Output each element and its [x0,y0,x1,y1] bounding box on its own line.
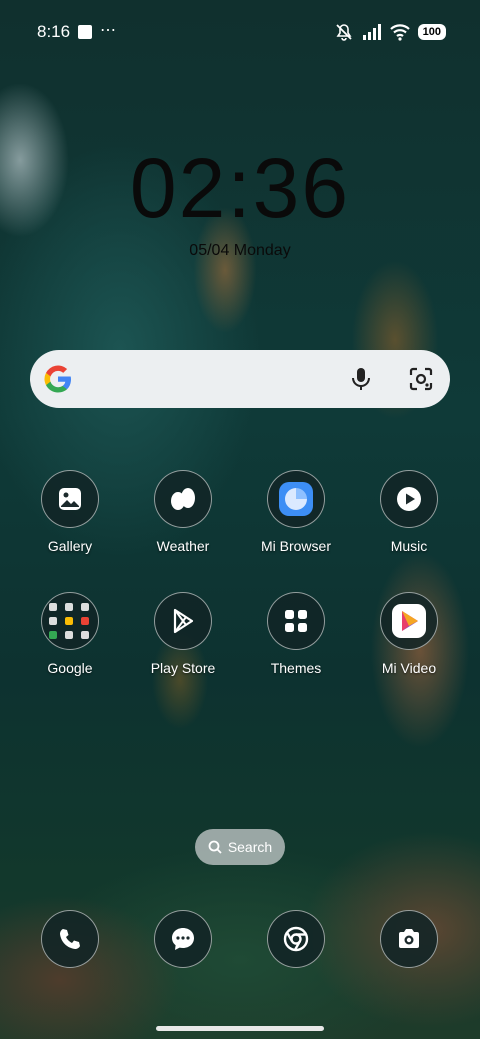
app-google-folder[interactable]: Google [20,592,120,676]
weather-icon [154,470,212,528]
app-label: Themes [270,660,322,676]
status-time: 8:16 [37,22,71,41]
app-music[interactable]: Music [359,470,459,554]
app-gallery[interactable]: Gallery [20,470,120,554]
clock-time[interactable]: 02:36 [0,140,480,237]
app-mi-video[interactable]: Mi Video [359,592,459,676]
dock-chrome[interactable] [267,910,325,968]
google-folder-icon [41,592,99,650]
app-weather[interactable]: Weather [133,470,233,554]
app-label: Play Store [150,660,216,676]
app-label: Music [390,538,428,554]
notification-icon [78,25,92,39]
phone-icon [41,910,99,968]
clock-date[interactable]: 05/04 Monday [0,242,480,260]
mute-icon [336,24,352,41]
gallery-icon [41,470,99,528]
dock-camera[interactable] [380,910,438,968]
mi-browser-icon [267,470,325,528]
chrome-icon [267,910,325,968]
messages-icon [154,910,212,968]
more-notifications-icon: ⋯ [100,22,117,39]
search-icon [208,840,222,854]
wifi-icon [389,24,410,41]
home-indicator[interactable] [156,1026,324,1031]
signal-icon [362,24,381,40]
status-bar: 8:16 ⋯ 100 [0,0,480,64]
dock-phone[interactable] [41,910,99,968]
search-pill-label: Search [227,839,273,855]
app-label: Weather [156,538,210,554]
app-search-button[interactable]: Search [195,829,285,865]
mic-icon[interactable] [348,366,374,392]
play-store-icon [154,592,212,650]
app-label: Gallery [47,538,93,554]
camera-icon [380,910,438,968]
app-label: Google [47,660,93,676]
app-themes[interactable]: Themes [246,592,346,676]
music-icon [380,470,438,528]
themes-icon [267,592,325,650]
app-mi-browser[interactable]: Mi Browser [246,470,346,554]
dock-messages[interactable] [154,910,212,968]
lens-icon[interactable] [408,366,434,392]
mi-video-icon [380,592,438,650]
app-label: Mi Video [381,660,437,676]
app-label: Mi Browser [260,538,331,554]
google-search-bar[interactable] [30,350,450,408]
app-play-store[interactable]: Play Store [133,592,233,676]
battery-icon: 100 [417,24,446,40]
google-logo [44,365,71,393]
status-icons: 100 [334,22,446,42]
